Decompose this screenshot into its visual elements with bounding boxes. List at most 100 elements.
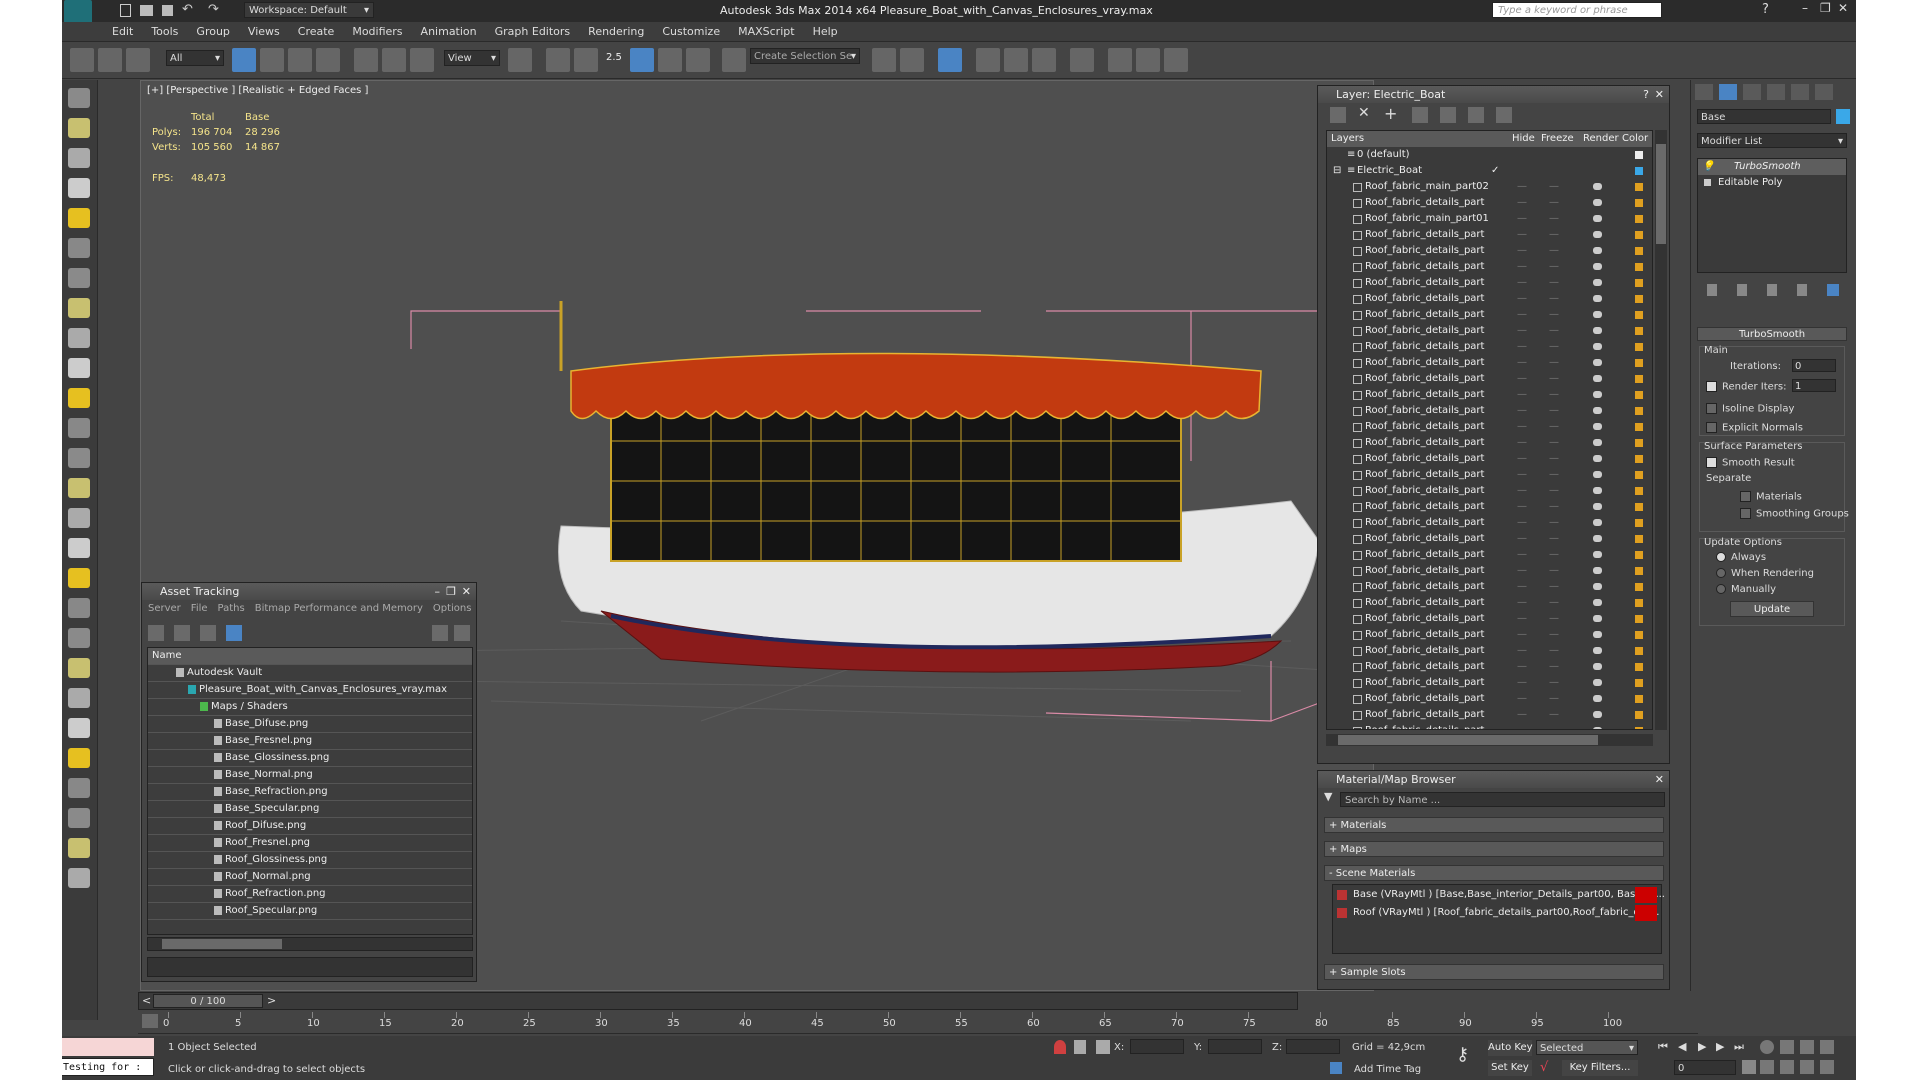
- selection-filter-dropdown[interactable]: All ▾: [166, 50, 224, 66]
- rendered-frame-window-icon[interactable]: [1136, 48, 1160, 72]
- cylinder-icon[interactable]: [68, 178, 90, 198]
- maximize-icon[interactable]: ❐: [1820, 1, 1831, 15]
- freeze-toggle[interactable]: —: [1549, 643, 1559, 659]
- geosphere-icon[interactable]: [68, 418, 90, 438]
- render-teapot-icon[interactable]: [1593, 455, 1602, 462]
- layer-object-row[interactable]: Roof_fabric_details_part — —: [1327, 691, 1652, 707]
- workspace-dropdown[interactable]: Workspace: Default ▾: [244, 2, 374, 18]
- time-slider-thumb[interactable]: 0 / 100: [153, 994, 263, 1008]
- freeze-toggle[interactable]: —: [1549, 339, 1559, 355]
- object-color-swatch[interactable]: [1635, 311, 1643, 319]
- render-teapot-icon[interactable]: [1593, 599, 1602, 606]
- current-frame-field[interactable]: 0: [1674, 1060, 1736, 1075]
- help-icon[interactable]: ?: [1643, 86, 1649, 103]
- layer-color-swatch[interactable]: [1635, 151, 1643, 159]
- freeze-toggle[interactable]: —: [1549, 243, 1559, 259]
- freeze-toggle[interactable]: —: [1549, 387, 1559, 403]
- freeze-toggle[interactable]: —: [1549, 467, 1559, 483]
- freeze-all-icon[interactable]: [1496, 107, 1512, 123]
- render-teapot-icon[interactable]: [1593, 407, 1602, 414]
- hide-toggle[interactable]: —: [1517, 307, 1527, 323]
- hide-toggle[interactable]: —: [1517, 675, 1527, 691]
- freeze-toggle[interactable]: —: [1549, 659, 1559, 675]
- pyramid-icon[interactable]: [68, 478, 90, 498]
- object-name-input[interactable]: Base: [1697, 109, 1831, 124]
- asset-row[interactable]: Roof_Normal.png: [148, 869, 472, 886]
- layer-object-row[interactable]: Roof_fabric_details_part — —: [1327, 707, 1652, 723]
- select-object-icon[interactable]: [232, 48, 256, 72]
- set-key-button[interactable]: Set Key: [1488, 1060, 1532, 1076]
- freeze-toggle[interactable]: —: [1549, 355, 1559, 371]
- layer-object-row[interactable]: Roof_fabric_details_part — —: [1327, 355, 1652, 371]
- render-teapot-icon[interactable]: [1593, 711, 1602, 718]
- hide-toggle[interactable]: —: [1517, 691, 1527, 707]
- layer-object-row[interactable]: Roof_fabric_details_part — —: [1327, 435, 1652, 451]
- hide-toggle[interactable]: —: [1517, 387, 1527, 403]
- select-manipulate-icon[interactable]: [546, 48, 570, 72]
- sphere-icon[interactable]: [68, 778, 90, 798]
- maxscript-listener[interactable]: Testing for :: [62, 1058, 154, 1076]
- object-color-swatch[interactable]: [1635, 599, 1643, 607]
- hide-toggle[interactable]: —: [1517, 579, 1527, 595]
- asset-list[interactable]: Name Autodesk Vault Pleasure_Boat_with_Ca…: [147, 647, 473, 935]
- render-teapot-icon[interactable]: [1593, 279, 1602, 286]
- hide-toggle[interactable]: —: [1517, 483, 1527, 499]
- render-teapot-icon[interactable]: [1593, 375, 1602, 382]
- rectangular-selection-icon[interactable]: [288, 48, 312, 72]
- layer-color-swatch[interactable]: [1635, 167, 1643, 175]
- render-teapot-icon[interactable]: [1593, 615, 1602, 622]
- column-hide[interactable]: Hide: [1512, 131, 1535, 147]
- layer-manager-title-bar[interactable]: Layer: Electric_Boat ? ✕: [1318, 86, 1669, 103]
- layer-object-row[interactable]: Roof_fabric_details_part — —: [1327, 515, 1652, 531]
- bulb-icon[interactable]: 💡: [1702, 159, 1714, 175]
- when-rendering-radio[interactable]: When Rendering: [1716, 568, 1814, 579]
- layer-object-row[interactable]: Roof_fabric_details_part — —: [1327, 339, 1652, 355]
- iterations-spinner[interactable]: 0: [1792, 359, 1836, 372]
- freeze-toggle[interactable]: —: [1549, 451, 1559, 467]
- pivot-center-icon[interactable]: [508, 48, 532, 72]
- layer-object-row[interactable]: Roof_fabric_details_part — —: [1327, 387, 1652, 403]
- object-color-swatch[interactable]: [1635, 519, 1643, 527]
- menu-item-edit[interactable]: Edit: [112, 22, 133, 42]
- hide-toggle[interactable]: —: [1517, 371, 1527, 387]
- refresh-icon[interactable]: [148, 625, 164, 641]
- freeze-toggle[interactable]: —: [1549, 419, 1559, 435]
- layer-row-default[interactable]: ≡ 0 (default): [1327, 147, 1652, 163]
- menu-item-help[interactable]: Help: [813, 22, 838, 42]
- menu-item-animation[interactable]: Animation: [421, 22, 477, 42]
- layer-object-row[interactable]: Roof_fabric_details_part — —: [1327, 643, 1652, 659]
- object-color-swatch[interactable]: [1635, 359, 1643, 367]
- layer-object-row[interactable]: Roof_fabric_details_part — —: [1327, 723, 1652, 729]
- menu-item-customize[interactable]: Customize: [662, 22, 720, 42]
- keyboard-shortcut-override-icon[interactable]: [574, 48, 598, 72]
- object-color-swatch[interactable]: [1836, 109, 1850, 124]
- hide-toggle[interactable]: —: [1517, 291, 1527, 307]
- hide-toggle[interactable]: —: [1517, 211, 1527, 227]
- y-coordinate-field[interactable]: [1208, 1039, 1262, 1054]
- field-of-view-icon[interactable]: [1760, 1060, 1774, 1074]
- render-teapot-icon[interactable]: [1593, 727, 1602, 729]
- settings-icon[interactable]: [454, 625, 470, 641]
- time-tag-icon[interactable]: [1330, 1062, 1342, 1074]
- smooth-result-checkbox[interactable]: Smooth Result: [1706, 457, 1795, 469]
- key-icon[interactable]: ⚷: [1456, 1044, 1469, 1065]
- help-icon[interactable]: [68, 868, 90, 888]
- graphite-ribbon-icon[interactable]: [976, 48, 1000, 72]
- hide-toggle[interactable]: —: [1517, 403, 1527, 419]
- save-file-icon[interactable]: [162, 5, 173, 16]
- freeze-toggle[interactable]: —: [1549, 707, 1559, 723]
- create-layer-icon[interactable]: [1330, 107, 1346, 123]
- scrollbar-thumb[interactable]: [1338, 735, 1598, 745]
- object-color-swatch[interactable]: [1635, 471, 1643, 479]
- freeze-toggle[interactable]: —: [1549, 595, 1559, 611]
- motion-tab-icon[interactable]: [1767, 84, 1785, 100]
- expand-icon[interactable]: ⊟: [1333, 163, 1341, 179]
- render-teapot-icon[interactable]: [1593, 247, 1602, 254]
- utilities-tab-icon[interactable]: [1815, 84, 1833, 100]
- render-teapot-icon[interactable]: [1593, 695, 1602, 702]
- freeze-toggle[interactable]: —: [1549, 323, 1559, 339]
- time-slider[interactable]: < 0 / 100 >: [138, 992, 1298, 1010]
- object-color-swatch[interactable]: [1635, 615, 1643, 623]
- object-color-swatch[interactable]: [1635, 727, 1643, 729]
- align-icon[interactable]: [900, 48, 924, 72]
